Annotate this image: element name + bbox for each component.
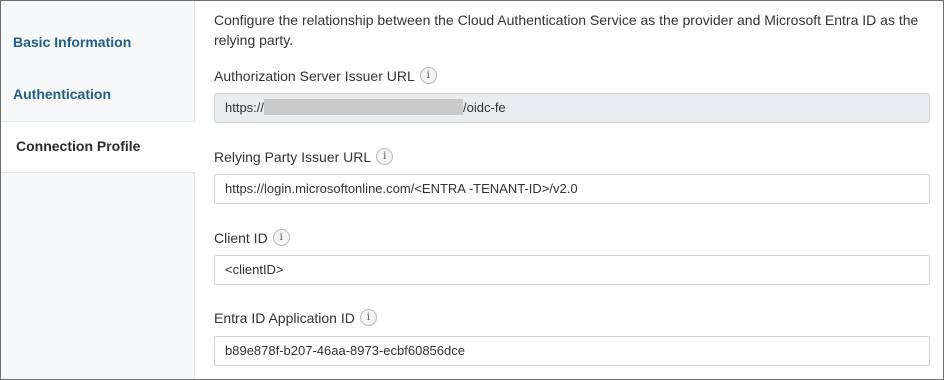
redacted-block — [264, 99, 464, 116]
entra-app-id-label-text: Entra ID Application ID — [214, 309, 355, 326]
auth-server-label: Authorization Server Issuer URL i — [214, 67, 437, 84]
entra-app-id-field[interactable]: b89e878f-b207-46aa-8973-ecbf60856dce — [214, 336, 930, 366]
relying-party-label: Relying Party Issuer URL i — [214, 148, 394, 165]
info-icon[interactable]: i — [376, 148, 394, 165]
intro-text: Configure the relationship between the C… — [214, 12, 919, 48]
sidebar-item-label: Authentication — [13, 86, 111, 102]
client-id-label: Client ID i — [214, 229, 290, 246]
sidebar-item-connection-profile[interactable]: Connection Profile — [1, 121, 195, 173]
info-icon[interactable]: i — [359, 309, 377, 326]
auth-server-url-field[interactable]: https:// /oidc-fe — [214, 93, 930, 123]
info-icon[interactable]: i — [419, 67, 437, 84]
entra-app-id-value: b89e878f-b207-46aa-8973-ecbf60856dce — [225, 343, 465, 358]
auth-server-url-suffix: /oidc-fe — [463, 100, 506, 115]
entra-app-id-label: Entra ID Application ID i — [214, 309, 377, 326]
sidebar-item-label: Connection Profile — [16, 138, 141, 154]
sidebar-item-label: Basic Information — [13, 34, 132, 50]
relying-party-label-text: Relying Party Issuer URL — [214, 148, 372, 165]
client-id-label-text: Client ID — [214, 229, 268, 246]
auth-server-label-text: Authorization Server Issuer URL — [214, 67, 415, 84]
sidebar: Basic Information Authentication Connect… — [1, 1, 195, 379]
client-id-field[interactable]: <clientID> — [214, 255, 930, 285]
main-content: Configure the relationship between the C… — [195, 1, 943, 379]
auth-server-url-prefix: https:// — [225, 100, 265, 115]
client-id-value: <clientID> — [225, 262, 284, 277]
relying-party-url-value: https://login.microsoftonline.com/<ENTRA… — [225, 181, 578, 196]
sidebar-item-basic-information[interactable]: Basic Information — [1, 18, 194, 68]
sidebar-item-authentication[interactable]: Authentication — [1, 70, 194, 120]
info-icon[interactable]: i — [272, 229, 290, 246]
connection-profile-panel: Basic Information Authentication Connect… — [0, 0, 944, 380]
relying-party-url-field[interactable]: https://login.microsoftonline.com/<ENTRA… — [214, 174, 930, 204]
